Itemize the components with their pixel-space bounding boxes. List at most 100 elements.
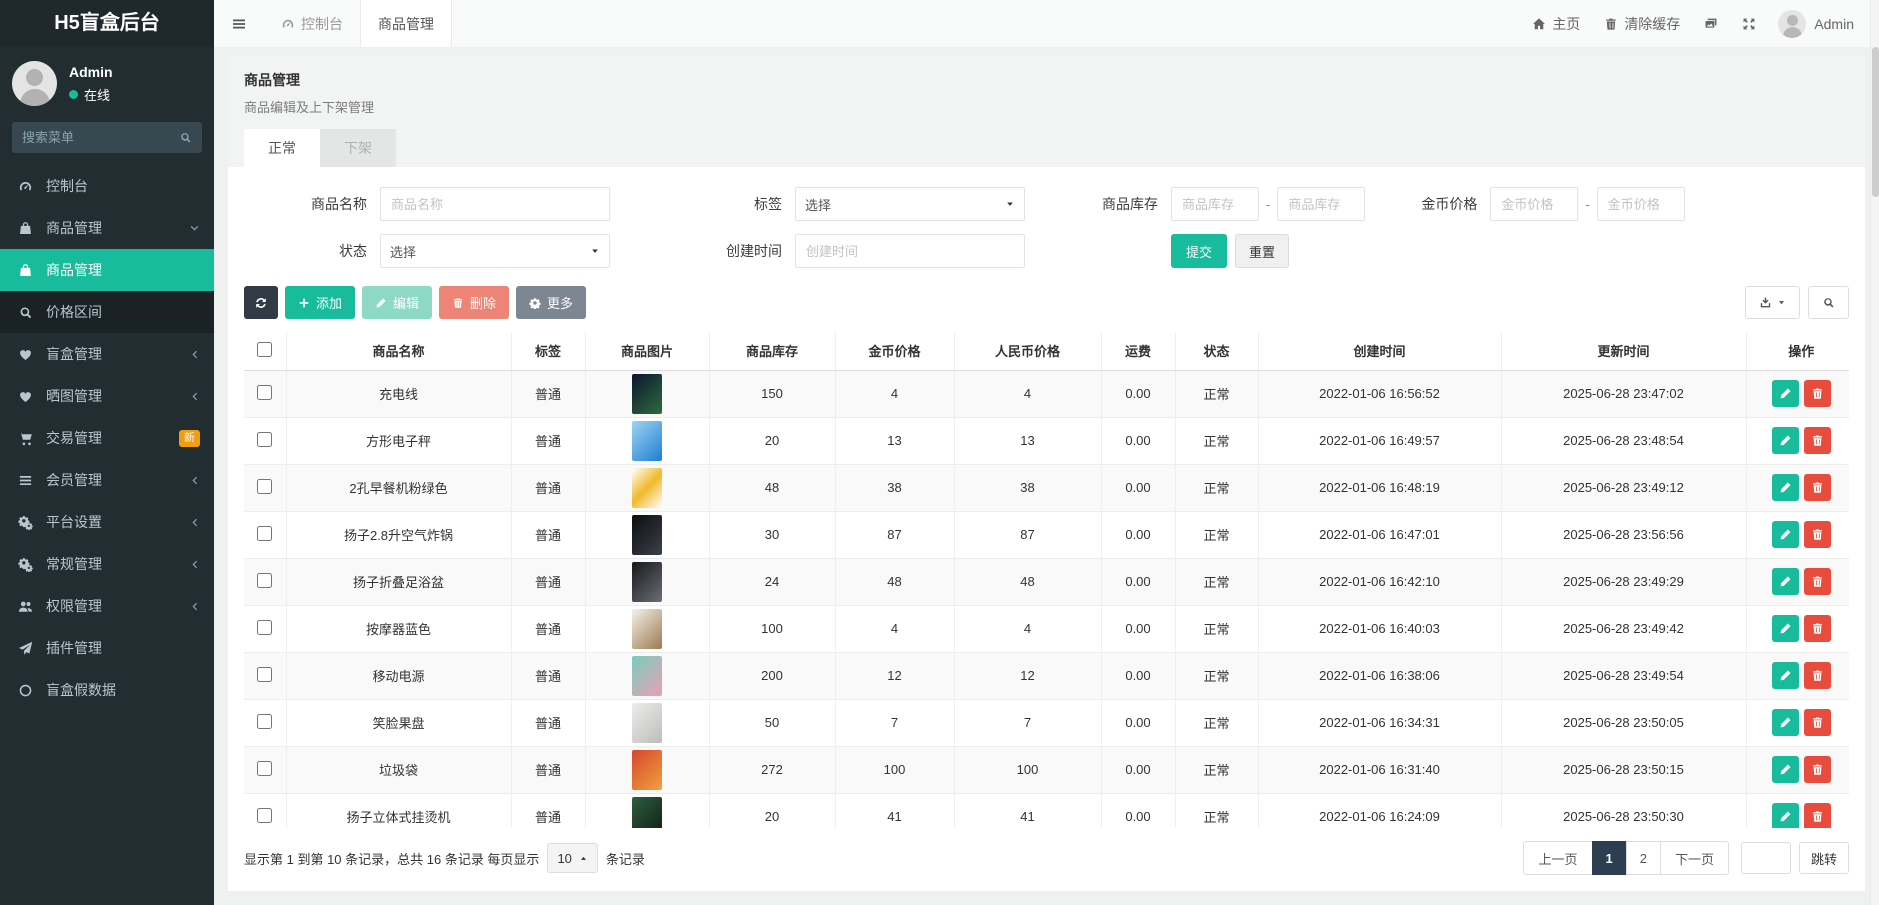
created-time-input[interactable]: [795, 234, 1025, 268]
sidebar-item[interactable]: 价格区间: [0, 291, 214, 333]
delete-row-button[interactable]: [1804, 803, 1831, 828]
product-image[interactable]: [632, 374, 662, 414]
row-checkbox[interactable]: [257, 526, 272, 541]
delete-row-button[interactable]: [1804, 474, 1831, 501]
fullscreen-button[interactable]: [1730, 0, 1768, 47]
edit-row-button[interactable]: [1772, 568, 1799, 595]
row-checkbox[interactable]: [257, 620, 272, 635]
product-name-input[interactable]: [380, 187, 610, 221]
search-toggle-button[interactable]: [1808, 286, 1849, 319]
scrollbar[interactable]: [1870, 0, 1879, 905]
stock-max-input[interactable]: [1277, 187, 1365, 221]
product-image[interactable]: [632, 656, 662, 696]
row-checkbox[interactable]: [257, 761, 272, 776]
column-header[interactable]: 操作: [1746, 332, 1849, 370]
topbar-avatar[interactable]: [1778, 10, 1806, 38]
column-header[interactable]: 创建时间: [1258, 332, 1501, 370]
tab-goods-management[interactable]: 商品管理: [360, 0, 452, 47]
delete-row-button[interactable]: [1804, 709, 1831, 736]
add-button[interactable]: 添加: [285, 286, 355, 319]
edit-row-button[interactable]: [1772, 615, 1799, 642]
sidebar-item[interactable]: 会员管理: [0, 459, 214, 501]
tag-select[interactable]: 选择: [795, 187, 1025, 221]
row-checkbox[interactable]: [257, 667, 272, 682]
sidebar-item[interactable]: 盲盒假数据: [0, 669, 214, 711]
sidebar-item[interactable]: 控制台: [0, 165, 214, 207]
select-all-checkbox[interactable]: [257, 342, 272, 357]
row-checkbox[interactable]: [257, 432, 272, 447]
prev-page-button[interactable]: 上一页: [1523, 841, 1592, 875]
product-image[interactable]: [632, 515, 662, 555]
page-number-button[interactable]: 2: [1626, 841, 1661, 875]
delete-row-button[interactable]: [1804, 380, 1831, 407]
delete-row-button[interactable]: [1804, 427, 1831, 454]
column-header[interactable]: 人民币价格: [954, 332, 1101, 370]
product-image[interactable]: [632, 797, 662, 829]
edit-row-button[interactable]: [1772, 662, 1799, 689]
row-checkbox[interactable]: [257, 808, 272, 823]
column-header[interactable]: 商品名称: [286, 332, 511, 370]
clear-cache-link[interactable]: 清除缓存: [1592, 0, 1692, 47]
column-header[interactable]: 金币价格: [835, 332, 954, 370]
hamburger-icon[interactable]: [214, 0, 264, 47]
column-header[interactable]: 更新时间: [1501, 332, 1746, 370]
column-header[interactable]: 商品图片: [585, 332, 709, 370]
delete-row-button[interactable]: [1804, 756, 1831, 783]
tab-normal[interactable]: 正常: [244, 129, 320, 167]
tab-dashboard[interactable]: 控制台: [264, 0, 360, 47]
admin-menu[interactable]: Admin: [1814, 16, 1868, 32]
edit-button[interactable]: 编辑: [362, 286, 432, 319]
column-header[interactable]: 运费: [1101, 332, 1175, 370]
row-checkbox[interactable]: [257, 714, 272, 729]
menu-search-input[interactable]: [22, 130, 179, 145]
column-header[interactable]: 标签: [511, 332, 585, 370]
delete-row-button[interactable]: [1804, 568, 1831, 595]
product-image[interactable]: [632, 421, 662, 461]
product-image[interactable]: [632, 609, 662, 649]
product-image[interactable]: [632, 703, 662, 743]
gold-max-input[interactable]: [1597, 187, 1685, 221]
next-page-button[interactable]: 下一页: [1660, 841, 1729, 875]
edit-row-button[interactable]: [1772, 427, 1799, 454]
column-header[interactable]: 商品库存: [709, 332, 835, 370]
stock-min-input[interactable]: [1171, 187, 1259, 221]
edit-row-button[interactable]: [1772, 521, 1799, 548]
column-header[interactable]: 状态: [1175, 332, 1258, 370]
sidebar-item[interactable]: 插件管理: [0, 627, 214, 669]
refresh-button[interactable]: [244, 286, 278, 319]
export-button[interactable]: [1745, 286, 1800, 319]
edit-row-button[interactable]: [1772, 756, 1799, 783]
jump-page-input[interactable]: [1741, 842, 1791, 874]
sidebar-item[interactable]: 交易管理新: [0, 417, 214, 459]
sidebar-item[interactable]: 常规管理: [0, 543, 214, 585]
product-image[interactable]: [632, 562, 662, 602]
submit-button[interactable]: 提交: [1171, 234, 1227, 268]
delete-row-button[interactable]: [1804, 521, 1831, 548]
sidebar-item[interactable]: 商品管理: [0, 249, 214, 291]
more-button[interactable]: 更多: [516, 286, 586, 319]
search-icon[interactable]: [179, 131, 192, 144]
sidebar-item[interactable]: 商品管理: [0, 207, 214, 249]
page-size-select[interactable]: 10: [547, 843, 597, 873]
delete-row-button[interactable]: [1804, 662, 1831, 689]
sidebar-item[interactable]: 平台设置: [0, 501, 214, 543]
row-checkbox[interactable]: [257, 385, 272, 400]
delete-row-button[interactable]: [1804, 615, 1831, 642]
images-button[interactable]: [1692, 0, 1730, 47]
row-checkbox[interactable]: [257, 479, 272, 494]
reset-button[interactable]: 重置: [1235, 234, 1289, 268]
status-select[interactable]: 选择: [380, 234, 610, 268]
product-image[interactable]: [632, 468, 662, 508]
row-checkbox[interactable]: [257, 573, 272, 588]
edit-row-button[interactable]: [1772, 803, 1799, 828]
home-link[interactable]: 主页: [1520, 0, 1592, 47]
sidebar-item[interactable]: 权限管理: [0, 585, 214, 627]
delete-button[interactable]: 删除: [439, 286, 509, 319]
edit-row-button[interactable]: [1772, 474, 1799, 501]
tab-offshelf[interactable]: 下架: [320, 129, 396, 167]
page-number-button[interactable]: 1: [1592, 841, 1627, 875]
gold-min-input[interactable]: [1490, 187, 1578, 221]
jump-button[interactable]: 跳转: [1799, 842, 1849, 874]
edit-row-button[interactable]: [1772, 380, 1799, 407]
scrollbar-thumb[interactable]: [1872, 47, 1879, 197]
